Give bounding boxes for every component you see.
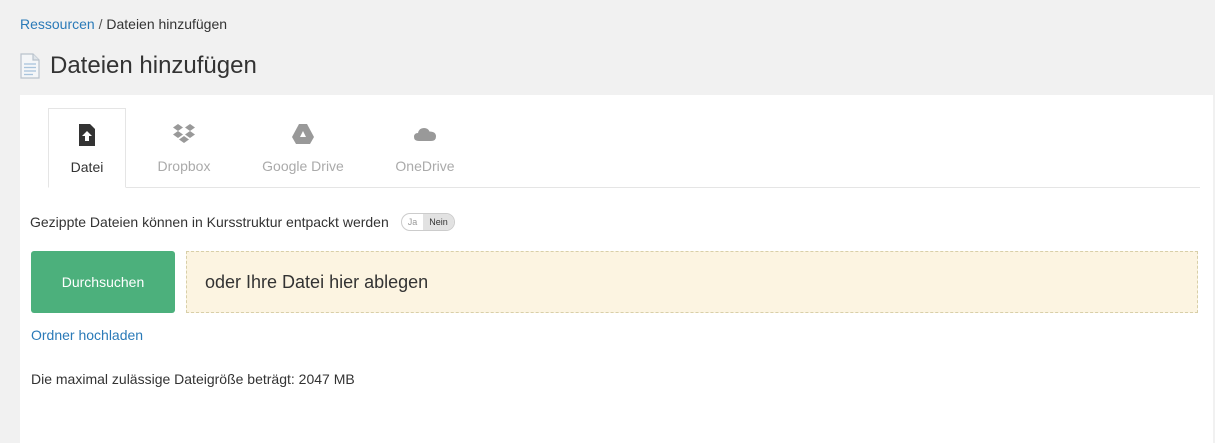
tab-dropbox[interactable]: Dropbox	[142, 108, 226, 187]
toggle-option-ja[interactable]: Ja	[402, 214, 424, 230]
page-header: Dateien hinzufügen	[20, 52, 257, 80]
upload-folder-link[interactable]: Ordner hochladen	[31, 327, 143, 343]
breadcrumb-current: Dateien hinzufügen	[106, 16, 228, 32]
dropbox-icon	[173, 124, 195, 143]
breadcrumb-separator: /	[98, 16, 103, 32]
tab-label: Google Drive	[262, 158, 344, 174]
browse-button[interactable]: Durchsuchen	[31, 251, 175, 313]
upload-source-tabs: Datei Dropbox Google Drive OneDrive	[48, 108, 1200, 188]
unzip-label: Gezippte Dateien können in Kursstruktur …	[30, 214, 389, 230]
tab-label: OneDrive	[395, 158, 455, 174]
breadcrumb: Ressourcen / Dateien hinzufügen	[20, 16, 227, 32]
toggle-option-nein[interactable]: Nein	[423, 214, 454, 230]
google-drive-icon	[292, 124, 314, 144]
file-dropzone[interactable]: oder Ihre Datei hier ablegen	[186, 251, 1198, 313]
unzip-toggle[interactable]: Ja Nein	[400, 213, 455, 231]
dropzone-text: oder Ihre Datei hier ablegen	[205, 271, 429, 292]
tab-label: Dropbox	[157, 158, 211, 174]
onedrive-icon	[414, 128, 436, 141]
page-title: Dateien hinzufügen	[50, 52, 257, 79]
tab-google-drive[interactable]: Google Drive	[242, 108, 364, 187]
upload-panel: Datei Dropbox Google Drive OneDrive Gezi…	[20, 95, 1213, 443]
tab-label: Datei	[70, 159, 104, 175]
tab-datei[interactable]: Datei	[48, 108, 126, 188]
unzip-option: Gezippte Dateien können in Kursstruktur …	[30, 213, 455, 231]
breadcrumb-link-ressourcen[interactable]: Ressourcen	[20, 16, 95, 32]
max-file-size-note: Die maximal zulässige Dateigröße beträgt…	[31, 371, 355, 387]
document-icon	[20, 53, 40, 79]
file-upload-icon	[79, 124, 95, 146]
tab-onedrive[interactable]: OneDrive	[380, 108, 470, 187]
